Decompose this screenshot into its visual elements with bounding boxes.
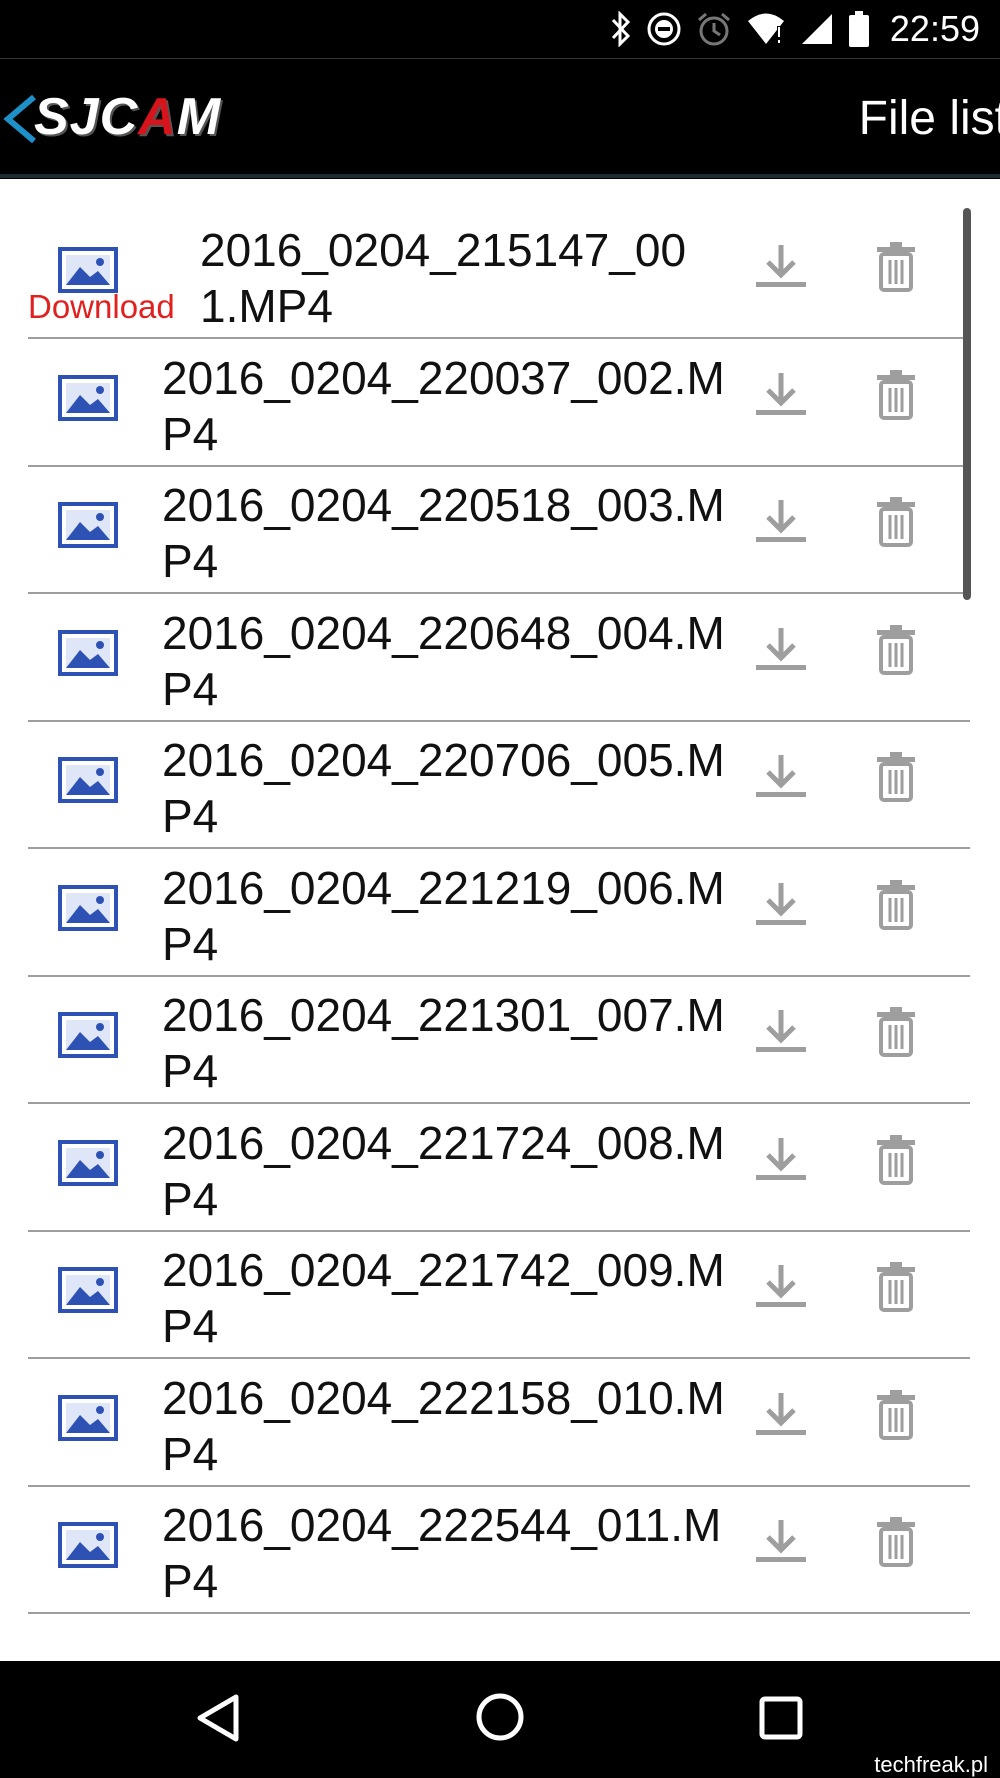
trash-icon[interactable] bbox=[875, 1388, 917, 1445]
header-divider bbox=[0, 174, 1000, 178]
file-name[interactable]: 2016_0204_221742_009.MP4 bbox=[162, 1242, 742, 1354]
file-name[interactable]: 2016_0204_215147_001.MP4 bbox=[200, 222, 720, 334]
nav-home-icon[interactable] bbox=[474, 1691, 526, 1748]
trash-icon[interactable] bbox=[875, 368, 917, 425]
watermark: techfreak.pl bbox=[874, 1752, 988, 1777]
file-name[interactable]: 2016_0204_220037_002.MP4 bbox=[162, 350, 742, 462]
back-chevron-icon[interactable] bbox=[2, 93, 38, 150]
status-icons: 22:59 bbox=[610, 8, 980, 50]
trash-icon[interactable] bbox=[875, 1515, 917, 1572]
file-row[interactable]: 2016_0204_220648_004.MP4 bbox=[28, 593, 970, 722]
image-thumbnail-icon[interactable] bbox=[58, 1140, 118, 1191]
image-thumbnail-icon[interactable] bbox=[58, 502, 118, 553]
cell-signal-icon bbox=[800, 12, 834, 46]
image-thumbnail-icon[interactable] bbox=[58, 885, 118, 936]
download-button[interactable] bbox=[754, 497, 808, 550]
download-button[interactable] bbox=[754, 1517, 808, 1570]
scrollbar[interactable] bbox=[963, 208, 971, 600]
file-row[interactable]: Download 2016_0204_215147_001.MP4 bbox=[28, 210, 970, 339]
trash-icon[interactable] bbox=[875, 878, 917, 935]
download-button[interactable] bbox=[754, 1262, 808, 1315]
download-button[interactable] bbox=[754, 242, 808, 295]
file-row[interactable]: 2016_0204_221742_009.MP4 bbox=[28, 1230, 970, 1359]
wifi-icon bbox=[746, 12, 786, 46]
file-name[interactable]: 2016_0204_220648_004.MP4 bbox=[162, 605, 742, 717]
nav-recents-icon[interactable] bbox=[758, 1695, 804, 1746]
clock-time: 22:59 bbox=[889, 8, 980, 49]
image-thumbnail-icon[interactable] bbox=[58, 1012, 118, 1063]
status-bar: 22:59 bbox=[0, 0, 1000, 58]
download-button[interactable] bbox=[754, 1390, 808, 1443]
page-title: File list bbox=[858, 92, 1000, 145]
do-not-disturb-icon bbox=[646, 11, 682, 47]
file-row[interactable]: 2016_0204_221301_007.MP4 bbox=[28, 975, 970, 1104]
download-button[interactable] bbox=[754, 1007, 808, 1060]
file-name[interactable]: 2016_0204_221301_007.MP4 bbox=[162, 987, 742, 1099]
sjcam-logo: SJC A M bbox=[34, 85, 221, 149]
image-thumbnail-icon[interactable] bbox=[58, 375, 118, 426]
battery-icon bbox=[848, 11, 870, 47]
download-button[interactable] bbox=[754, 880, 808, 933]
file-name[interactable]: 2016_0204_222544_011.MP4 bbox=[162, 1497, 742, 1609]
file-row[interactable]: 2016_0204_220706_005.MP4 bbox=[28, 720, 970, 849]
file-row[interactable]: 2016_0204_221724_008.MP4 bbox=[28, 1103, 970, 1232]
logo-text-left: SJC bbox=[34, 88, 139, 146]
download-button[interactable] bbox=[754, 370, 808, 423]
trash-icon[interactable] bbox=[875, 495, 917, 552]
download-button[interactable] bbox=[754, 1135, 808, 1188]
image-thumbnail-icon[interactable] bbox=[58, 1522, 118, 1573]
download-badge: Download bbox=[28, 288, 175, 325]
trash-icon[interactable] bbox=[875, 750, 917, 807]
trash-icon[interactable] bbox=[875, 1133, 917, 1190]
image-thumbnail-icon[interactable] bbox=[58, 630, 118, 681]
nav-back-icon[interactable] bbox=[196, 1693, 240, 1748]
alarm-icon bbox=[696, 11, 732, 47]
file-name[interactable]: 2016_0204_221219_006.MP4 bbox=[162, 860, 742, 972]
download-button[interactable] bbox=[754, 625, 808, 678]
image-thumbnail-icon[interactable] bbox=[58, 1267, 118, 1318]
file-row[interactable]: 2016_0204_220518_003.MP4 bbox=[28, 465, 970, 594]
trash-icon[interactable] bbox=[875, 240, 917, 297]
trash-icon[interactable] bbox=[875, 623, 917, 680]
file-list[interactable]: Download 2016_0204_215147_001.MP4 2016_020… bbox=[0, 210, 1000, 1614]
image-thumbnail-icon[interactable] bbox=[58, 757, 118, 808]
file-row[interactable]: 2016_0204_222544_011.MP4 bbox=[28, 1485, 970, 1614]
file-name[interactable]: 2016_0204_220706_005.MP4 bbox=[162, 732, 742, 844]
logo-text-accent: A bbox=[138, 88, 177, 146]
file-row[interactable]: 2016_0204_220037_002.MP4 bbox=[28, 338, 970, 467]
file-name[interactable]: 2016_0204_221724_008.MP4 bbox=[162, 1115, 742, 1227]
image-thumbnail-icon[interactable] bbox=[58, 1395, 118, 1446]
logo-text-right: M bbox=[176, 88, 222, 146]
app-header: SJC A M File list bbox=[0, 58, 1000, 179]
trash-icon[interactable] bbox=[875, 1260, 917, 1317]
file-name[interactable]: 2016_0204_222158_010.MP4 bbox=[162, 1370, 742, 1482]
file-row[interactable]: 2016_0204_222158_010.MP4 bbox=[28, 1358, 970, 1487]
file-name[interactable]: 2016_0204_220518_003.MP4 bbox=[162, 477, 742, 589]
download-button[interactable] bbox=[754, 752, 808, 805]
file-row[interactable]: 2016_0204_221219_006.MP4 bbox=[28, 848, 970, 977]
bluetooth-icon bbox=[610, 11, 632, 47]
trash-icon[interactable] bbox=[875, 1005, 917, 1062]
navigation-bar bbox=[0, 1661, 1000, 1778]
